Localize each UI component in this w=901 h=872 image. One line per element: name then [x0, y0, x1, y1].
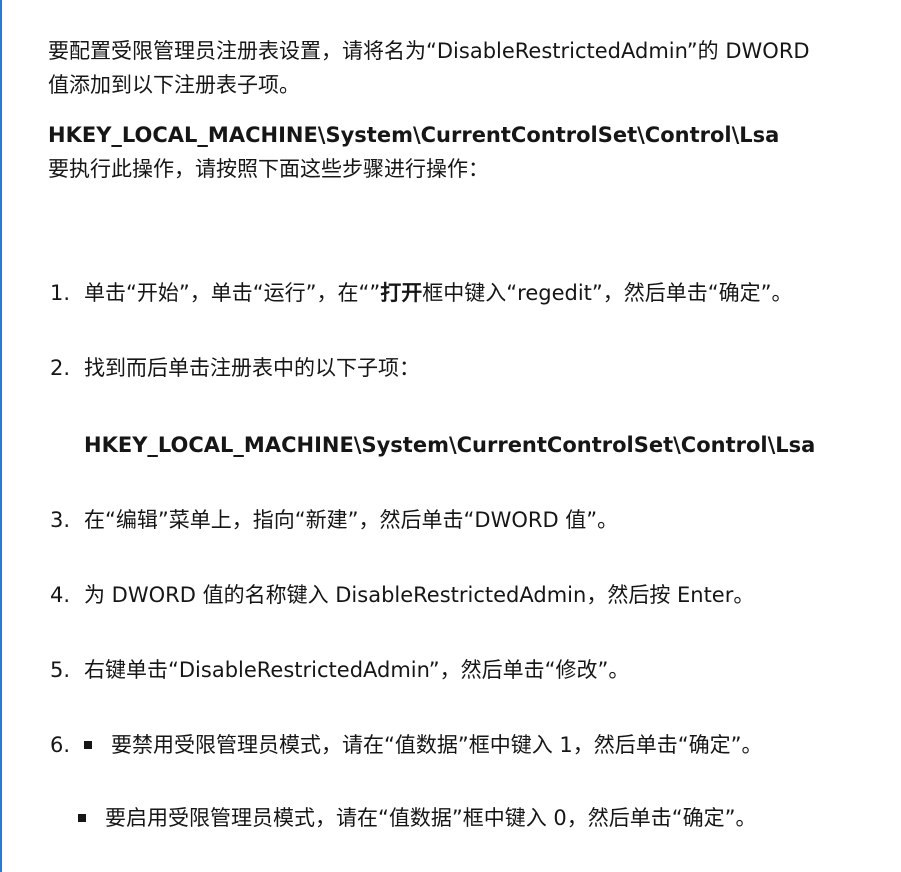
bullet-text: 要启用受限管理员模式，请在“值数据”框中键入 0，然后单击“确定”。 [105, 806, 757, 830]
step-text: 为 DWORD 值的名称键入 DisableRestrictedAdmin，然后… [84, 583, 755, 607]
registry-key: HKEY_LOCAL_MACHINE\System\CurrentControl… [48, 123, 780, 147]
step-registry-subkey: HKEY_LOCAL_MACHINE\System\CurrentControl… [84, 433, 816, 457]
steps-list: 1. 单击“开始”，单击“运行”，在“”打开框中键入“regedit”，然后单击… [48, 276, 888, 762]
left-accent-rule [0, 0, 2, 872]
instruction-text: 要执行此操作，请按照下面这些步骤进行操作： [48, 157, 489, 181]
step-text-bold: 打开 [380, 281, 423, 305]
step-5: 5. 右键单击“DisableRestrictedAdmin”，然后单击“修改”… [48, 653, 888, 687]
step-text: 在“编辑”菜单上，指向“新建”，然后单击“DWORD 值”。 [84, 508, 619, 532]
square-bullet-icon [78, 814, 86, 822]
registry-key-block: HKEY_LOCAL_MACHINE\System\CurrentControl… [48, 118, 888, 186]
step-number: 3. [50, 508, 71, 532]
step-3: 3. 在“编辑”菜单上，指向“新建”，然后单击“DWORD 值”。 [48, 503, 888, 537]
step-text: 找到而后单击注册表中的以下子项： [84, 356, 420, 380]
intro-line-1: 要配置受限管理员注册表设置，请将名为“DisableRestrictedAdmi… [48, 39, 810, 63]
bullet-item-enable: 要启用受限管理员模式，请在“值数据”框中键入 0，然后单击“确定”。 [42, 801, 888, 835]
article-content: 要配置受限管理员注册表设置，请将名为“DisableRestrictedAdmi… [48, 34, 888, 835]
step-6: 6. 要禁用受限管理员模式，请在“值数据”框中键入 1，然后单击“确定”。 [48, 728, 888, 762]
square-bullet-icon [84, 741, 92, 749]
step-2: 2. 找到而后单击注册表中的以下子项： HKEY_LOCAL_MACHINE\S… [48, 351, 888, 462]
step-text-post: 框中键入“regedit”，然后单击“确定”。 [422, 281, 793, 305]
step-text-pre: 单击“开始”，单击“运行”，在“” [84, 281, 381, 305]
step-number: 1. [50, 281, 71, 305]
intro-paragraph: 要配置受限管理员注册表设置，请将名为“DisableRestrictedAdmi… [48, 34, 888, 102]
bullet-text: 要禁用受限管理员模式，请在“值数据”框中键入 1，然后单击“确定”。 [111, 733, 763, 757]
intro-line-2: 值添加到以下注册表子项。 [48, 73, 300, 97]
step-text: 右键单击“DisableRestrictedAdmin”，然后单击“修改”。 [84, 658, 630, 682]
step-number: 4. [50, 583, 71, 607]
step-number: 6. [50, 733, 71, 757]
bullet-item-disable: 要禁用受限管理员模式，请在“值数据”框中键入 1，然后单击“确定”。 [84, 728, 888, 762]
step-1: 1. 单击“开始”，单击“运行”，在“”打开框中键入“regedit”，然后单击… [48, 276, 888, 310]
step-4: 4. 为 DWORD 值的名称键入 DisableRestrictedAdmin… [48, 578, 888, 612]
step-number: 2. [50, 356, 71, 380]
step-number: 5. [50, 658, 71, 682]
